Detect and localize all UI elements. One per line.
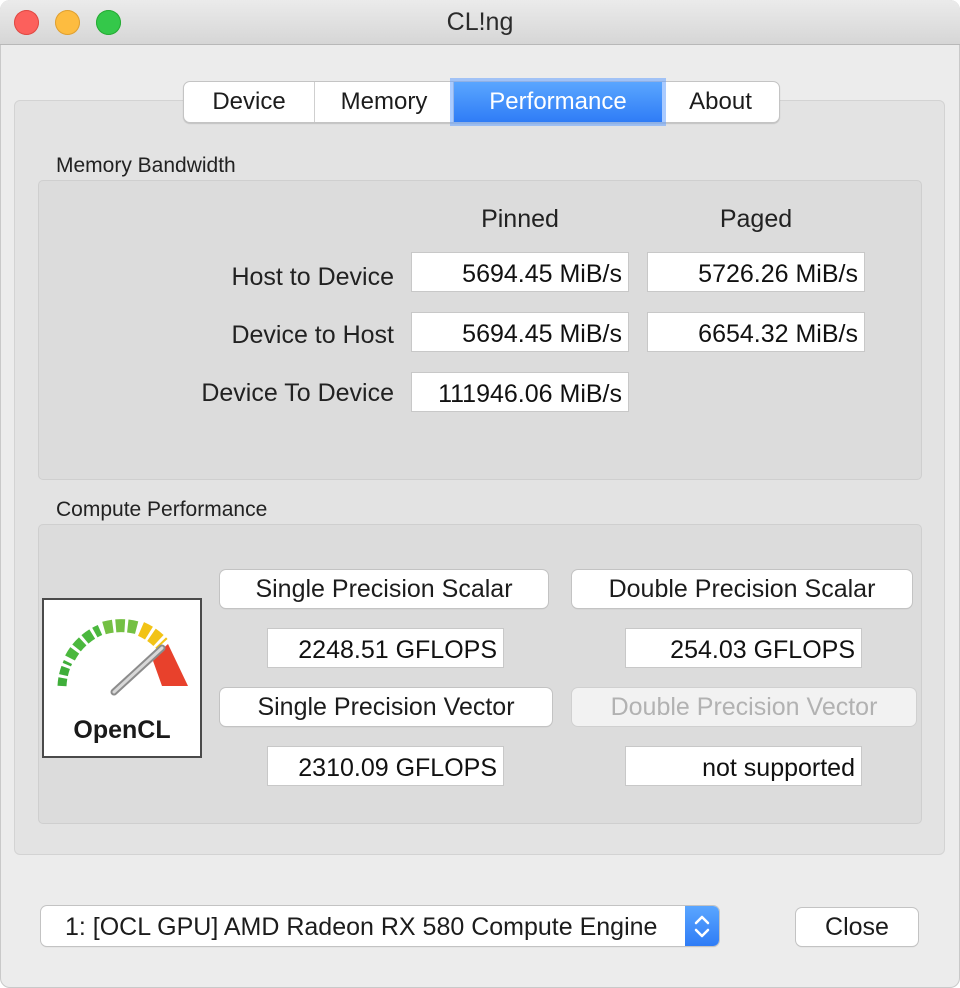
updown-chevron-icon[interactable] [685, 906, 719, 946]
pinned-column-header: Pinned [481, 205, 559, 233]
app-window: CL!ng Device Memory Performance About Me… [0, 0, 960, 988]
tab-about[interactable]: About [662, 82, 779, 122]
compute-performance-title: Compute Performance [56, 498, 268, 521]
device-to-host-label: Device to Host [231, 321, 394, 349]
close-button[interactable]: Close [796, 908, 918, 946]
device-to-device-pinned-field: 111946.06 MiB/s [411, 372, 629, 412]
single-precision-vector-button[interactable]: Single Precision Vector [220, 688, 552, 726]
single-precision-scalar-result: 2248.51 GFLOPS [267, 628, 504, 668]
single-precision-vector-result: 2310.09 GFLOPS [267, 746, 504, 786]
host-to-device-paged-field: 5726.26 MiB/s [647, 252, 865, 292]
window-title: CL!ng [446, 8, 514, 36]
tab-memory[interactable]: Memory [315, 82, 454, 122]
memory-bandwidth-title: Memory Bandwidth [56, 154, 236, 177]
opencl-logo: OpenCL [42, 598, 202, 758]
opencl-logo-text: OpenCL [73, 716, 171, 744]
single-precision-scalar-button[interactable]: Single Precision Scalar [220, 570, 548, 608]
tab-bar: Device Memory Performance About [183, 81, 780, 123]
host-to-device-pinned-field: 5694.45 MiB/s [411, 252, 629, 292]
tab-performance[interactable]: Performance [454, 82, 662, 122]
device-select-value: 1: [OCL GPU] AMD Radeon RX 580 Compute E… [65, 913, 658, 941]
title-bar: CL!ng [0, 0, 960, 45]
device-to-host-paged-field: 6654.32 MiB/s [647, 312, 865, 352]
device-to-host-pinned-field: 5694.45 MiB/s [411, 312, 629, 352]
double-precision-vector-result: not supported [625, 746, 862, 786]
device-to-device-label: Device To Device [201, 379, 394, 407]
paged-column-header: Paged [719, 205, 793, 233]
device-select[interactable]: 1: [OCL GPU] AMD Radeon RX 580 Compute E… [41, 906, 719, 946]
gauge-icon [57, 619, 188, 696]
tab-device[interactable]: Device [184, 82, 315, 122]
host-to-device-label: Host to Device [231, 263, 394, 291]
double-precision-vector-button: Double Precision Vector [572, 688, 916, 726]
double-precision-scalar-button[interactable]: Double Precision Scalar [572, 570, 912, 608]
double-precision-scalar-result: 254.03 GFLOPS [625, 628, 862, 668]
